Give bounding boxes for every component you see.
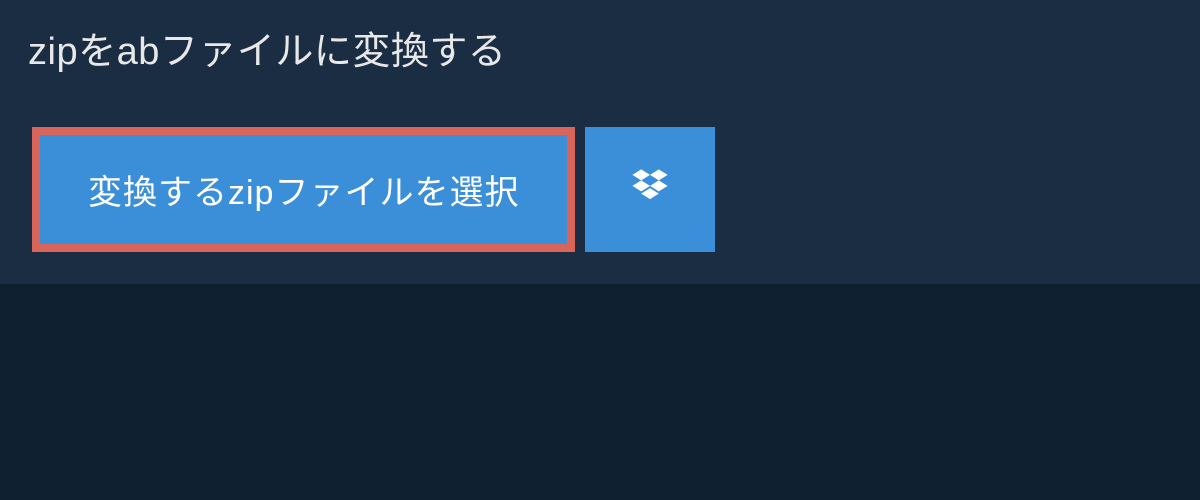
converter-panel: zipをabファイルに変換する 変換するzipファイルを選択 xyxy=(0,0,1200,284)
select-file-button[interactable]: 変換するzipファイルを選択 xyxy=(32,127,575,252)
button-row: 変換するzipファイルを選択 xyxy=(0,127,1200,284)
heading-container: zipをabファイルに変換する xyxy=(0,0,534,99)
dropbox-icon xyxy=(628,165,672,214)
page-title: zipをabファイルに変換する xyxy=(28,20,506,75)
select-file-label: 変換するzipファイルを選択 xyxy=(88,165,519,214)
dropbox-button[interactable] xyxy=(585,127,715,252)
